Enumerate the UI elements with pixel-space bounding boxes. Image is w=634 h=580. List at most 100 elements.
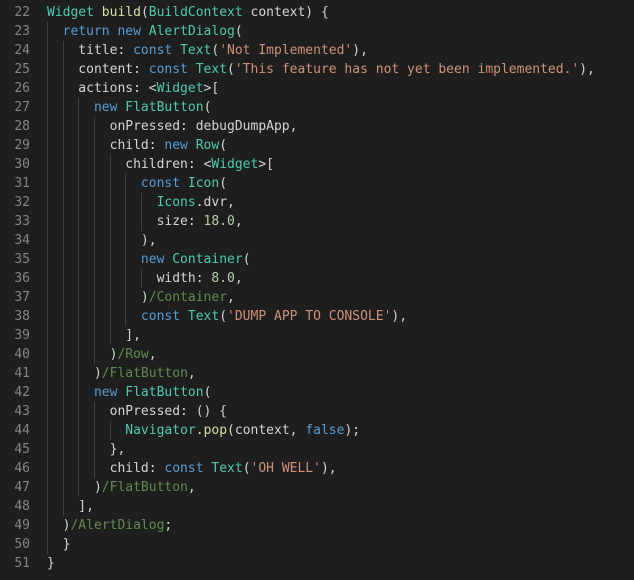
code-line[interactable]: 30 children: <Widget>[ <box>0 155 634 174</box>
code-line[interactable]: 37 )/Container, <box>0 288 634 307</box>
code-text: )/Row, <box>47 345 157 364</box>
code-token: ) <box>47 366 102 381</box>
code-line[interactable]: 35 new Container( <box>0 250 634 269</box>
code-token: Text <box>180 43 212 58</box>
code-text: ], <box>47 326 141 345</box>
code-text: width: 8.0, <box>47 269 243 288</box>
code-token: FlatButton <box>125 100 204 115</box>
code-text: } <box>47 554 55 573</box>
code-token: new <box>140 252 165 267</box>
code-line[interactable]: 36 width: 8.0, <box>0 269 634 288</box>
code-editor[interactable]: 22 Widget build(BuildContext context) {23… <box>0 0 634 580</box>
code-text: ), <box>47 231 157 250</box>
code-line[interactable]: 47 )/FlatButton, <box>0 478 634 497</box>
line-number: 33 <box>14 214 30 229</box>
code-token: new <box>93 385 118 400</box>
code-token: child: <box>47 138 165 153</box>
code-line[interactable]: 49 )/AlertDialog; <box>0 516 634 535</box>
code-line[interactable]: 33 size: 18.0, <box>0 212 634 231</box>
code-token: child: <box>47 461 165 476</box>
code-line[interactable]: 26 actions: <Widget>[ <box>0 79 634 98</box>
code-token: ) <box>47 290 149 305</box>
code-token: 18.0 <box>203 214 235 229</box>
line-number: 50 <box>14 537 30 552</box>
code-token: context) { <box>242 5 329 20</box>
code-token: Widget <box>156 81 204 96</box>
code-line[interactable]: 28 onPressed: debugDumpApp, <box>0 117 634 136</box>
code-token: return <box>62 24 110 39</box>
code-line[interactable]: 42 new FlatButton( <box>0 383 634 402</box>
code-line[interactable]: 43 onPressed: () { <box>0 402 634 421</box>
code-token: const <box>133 43 173 58</box>
code-line[interactable]: 46 child: const Text('OH WELL'), <box>0 459 634 478</box>
code-token: ), <box>320 461 337 476</box>
code-token: (context, <box>227 423 306 438</box>
line-number: 37 <box>14 290 30 305</box>
line-number: 43 <box>14 404 30 419</box>
line-number: 48 <box>14 499 30 514</box>
code-token: ( <box>140 5 149 20</box>
code-line[interactable]: 45 }, <box>0 440 634 459</box>
code-line[interactable]: 41 )/FlatButton, <box>0 364 634 383</box>
code-line[interactable]: 48 ], <box>0 497 634 516</box>
code-text: new FlatButton( <box>47 383 211 402</box>
code-line[interactable]: 51} <box>0 554 634 573</box>
code-line[interactable]: 29 child: new Row( <box>0 136 634 155</box>
code-token: FlatButton <box>125 385 204 400</box>
code-text: const Text('DUMP APP TO CONSOLE'), <box>47 307 407 326</box>
code-token: Text <box>211 461 243 476</box>
code-token: Navigator <box>125 423 196 438</box>
code-token: ( <box>219 309 228 324</box>
code-token: const <box>148 62 188 77</box>
line-number: 35 <box>14 252 30 267</box>
code-token: /Container <box>148 290 228 305</box>
code-line[interactable]: 27 new FlatButton( <box>0 98 634 117</box>
code-token: ) <box>47 480 102 495</box>
code-token: ( <box>234 24 243 39</box>
code-token: , <box>234 271 243 286</box>
line-number: 40 <box>14 347 30 362</box>
code-text: )/FlatButton, <box>47 364 196 383</box>
code-line[interactable]: 22 Widget build(BuildContext context) { <box>0 3 634 22</box>
code-line[interactable]: 50 } <box>0 535 634 554</box>
code-token: onPressed: debugDumpApp, <box>47 119 298 134</box>
code-line[interactable]: 39 ], <box>0 326 634 345</box>
code-token: const <box>140 309 181 324</box>
code-text: actions: <Widget>[ <box>47 79 219 98</box>
code-text: onPressed: debugDumpApp, <box>47 117 298 136</box>
line-number: 45 <box>14 442 30 457</box>
code-token: ), <box>47 233 157 248</box>
code-line[interactable]: 32 Icons.dvr, <box>0 193 634 212</box>
code-text: }, <box>47 440 126 459</box>
code-token: const <box>140 176 181 191</box>
code-token: , <box>234 214 243 229</box>
code-token: BuildContext <box>148 5 243 20</box>
code-line[interactable]: 24 title: const Text('Not Implemented'), <box>0 41 634 60</box>
code-line[interactable]: 34 ), <box>0 231 634 250</box>
line-number: 32 <box>14 195 30 210</box>
code-line[interactable]: 40 )/Row, <box>0 345 634 364</box>
code-line[interactable]: 23 return new AlertDialog( <box>0 22 634 41</box>
code-line[interactable]: 38 const Text('DUMP APP TO CONSOLE'), <box>0 307 634 326</box>
code-token: Text <box>195 62 228 77</box>
code-token: const <box>164 461 204 476</box>
code-text: Widget build(BuildContext context) { <box>47 3 329 22</box>
code-line[interactable]: 31 const Icon( <box>0 174 634 193</box>
code-token: 'This feature has not yet been implement… <box>234 62 580 77</box>
code-token: Icon <box>187 176 220 191</box>
code-line[interactable]: 44 Navigator.pop(context, false); <box>0 421 634 440</box>
code-token: content: <box>47 62 149 77</box>
code-token: /Row <box>117 347 149 362</box>
code-line[interactable]: 25 content: const Text('This feature has… <box>0 60 634 79</box>
code-token: ) <box>47 518 71 533</box>
code-token: ); <box>344 423 361 438</box>
code-text: children: <Widget>[ <box>47 155 274 174</box>
code-token: ], <box>47 328 141 343</box>
code-token: ), <box>579 62 595 77</box>
code-text: new FlatButton( <box>47 98 211 117</box>
code-token: pop <box>203 423 228 438</box>
